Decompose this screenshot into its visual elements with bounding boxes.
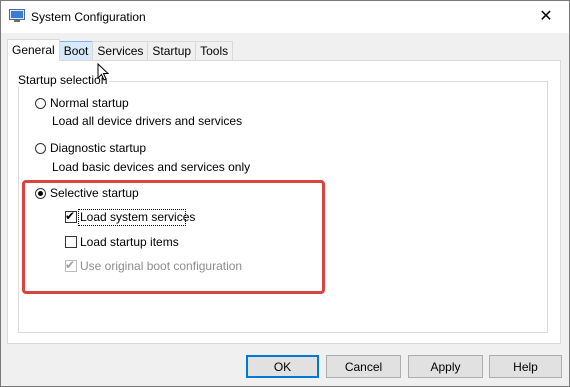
diagnostic-startup-label[interactable]: Diagnostic startup [50,141,146,155]
tab-boot[interactable]: Boot [58,41,94,60]
system-configuration-window: System Configuration ✕ General Boot Serv… [0,0,570,387]
system-configuration-icon [9,9,25,23]
tab-strip: General Boot Services Startup Tools [7,39,234,61]
apply-button[interactable]: Apply [408,355,483,378]
diagnostic-startup-description: Load basic devices and services only [52,160,251,174]
tab-startup[interactable]: Startup [147,41,197,60]
title-bar: System Configuration ✕ [1,1,569,33]
ok-button[interactable]: OK [246,355,319,378]
tab-tools[interactable]: Tools [195,41,234,60]
red-annotation-highlight [22,180,325,294]
normal-startup-label[interactable]: Normal startup [50,96,129,110]
window-title: System Configuration [31,10,146,24]
diagnostic-startup-radio[interactable] [35,143,46,154]
cancel-button[interactable]: Cancel [326,355,401,378]
tab-services[interactable]: Services [92,41,149,60]
close-icon: ✕ [539,8,553,25]
close-button[interactable]: ✕ [523,1,569,31]
normal-startup-radio[interactable] [35,98,46,109]
normal-startup-description: Load all device drivers and services [52,114,243,128]
help-button[interactable]: Help [489,355,562,378]
startup-selection-label: Startup selection [16,73,110,87]
tab-general[interactable]: General [7,39,60,61]
mouse-pointer-icon [97,62,110,81]
